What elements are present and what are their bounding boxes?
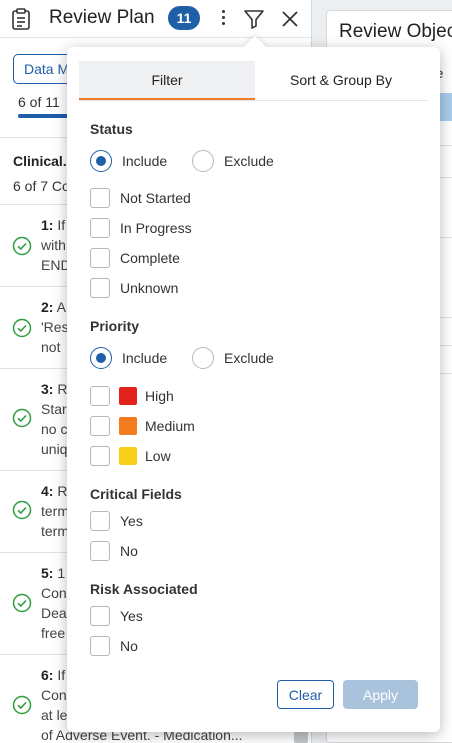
group-title: Clinical... <box>13 153 75 169</box>
item-number: 5: <box>41 565 54 581</box>
item-number: 3: <box>41 381 54 397</box>
check-circle-icon <box>12 593 32 613</box>
clear-button[interactable]: Clear <box>277 680 334 709</box>
review-plan-header: Review Plan 11 <box>0 0 311 38</box>
item-text: at le <box>41 707 68 723</box>
status-option-label: Complete <box>120 250 180 266</box>
status-include-radio[interactable] <box>90 150 112 172</box>
item-text: A <box>56 299 66 315</box>
item-number: 1: <box>41 217 54 233</box>
item-text: term <box>41 503 69 519</box>
status-complete-checkbox[interactable] <box>90 248 110 268</box>
priority-section-title: Priority <box>90 318 140 334</box>
status-include-label: Include <box>122 153 168 169</box>
check-circle-icon <box>12 236 32 256</box>
item-text: Con <box>41 687 67 703</box>
apply-button[interactable]: Apply <box>343 680 418 709</box>
critical-fields-section-title: Critical Fields <box>90 486 182 502</box>
more-vertical-icon[interactable] <box>215 8 231 30</box>
status-unknown-checkbox[interactable] <box>90 278 110 298</box>
clipboard-icon <box>12 8 30 30</box>
priority-high-swatch <box>119 387 137 405</box>
risk-associated-option-label: Yes <box>120 608 143 624</box>
risk-associated-yes-checkbox[interactable] <box>90 606 110 626</box>
item-text: Dea <box>41 605 67 621</box>
status-option-label: Not Started <box>120 190 191 206</box>
check-circle-icon <box>12 500 32 520</box>
review-plan-title: Review Plan <box>49 7 155 28</box>
check-circle-icon <box>12 318 32 338</box>
priority-high-checkbox[interactable] <box>90 386 110 406</box>
tab-filter[interactable]: Filter <box>79 61 255 100</box>
filter-popover: Filter Sort & Group By Status Include Ex… <box>67 35 440 732</box>
check-circle-icon <box>12 695 32 715</box>
item-text: 1 <box>57 565 66 581</box>
item-number: 4: <box>41 483 54 499</box>
tab-sort-group-by[interactable]: Sort & Group By <box>255 61 427 100</box>
status-in-progress-checkbox[interactable] <box>90 218 110 238</box>
item-text: uniq <box>41 441 68 457</box>
item-text: with <box>41 237 66 253</box>
item-text: term <box>41 523 69 539</box>
item-text: Con <box>41 585 67 601</box>
item-text: If <box>57 667 66 683</box>
critical-fields-option-label: Yes <box>120 513 143 529</box>
item-text: not <box>41 339 61 355</box>
priority-medium-checkbox[interactable] <box>90 416 110 436</box>
priority-include-radio[interactable] <box>90 347 112 369</box>
item-text: Star <box>41 401 67 417</box>
item-text: If <box>57 217 66 233</box>
priority-option-label: High <box>145 388 174 404</box>
check-circle-icon <box>12 408 32 428</box>
critical-fields-yes-checkbox[interactable] <box>90 511 110 531</box>
status-option-label: In Progress <box>120 220 192 236</box>
critical-fields-option-label: No <box>120 543 138 559</box>
item-text: R <box>57 381 68 397</box>
status-option-label: Unknown <box>120 280 179 296</box>
item-text: 'Res <box>41 319 69 335</box>
priority-option-label: Low <box>145 448 171 464</box>
item-text: no c <box>41 421 68 437</box>
close-icon[interactable] <box>279 8 301 30</box>
progress-text: 6 of 11 <box>18 94 60 110</box>
risk-associated-section-title: Risk Associated <box>90 581 198 597</box>
risk-associated-no-checkbox[interactable] <box>90 636 110 656</box>
priority-low-swatch <box>119 447 137 465</box>
review-plan-count-badge: 11 <box>168 6 200 30</box>
group-subtitle: 6 of 7 Co <box>13 178 70 194</box>
item-number: 2: <box>41 299 54 315</box>
priority-option-label: Medium <box>145 418 195 434</box>
priority-include-label: Include <box>122 350 168 366</box>
filter-tabs: Filter Sort & Group By <box>79 61 427 101</box>
filter-icon[interactable] <box>242 7 266 31</box>
priority-medium-swatch <box>119 417 137 435</box>
item-text: R <box>57 483 68 499</box>
critical-fields-no-checkbox[interactable] <box>90 541 110 561</box>
item-number: 6: <box>41 667 54 683</box>
review-objects-title: Review Objec <box>339 21 452 42</box>
status-exclude-radio[interactable] <box>192 150 214 172</box>
priority-low-checkbox[interactable] <box>90 446 110 466</box>
status-exclude-label: Exclude <box>224 153 274 169</box>
status-section-title: Status <box>90 121 133 137</box>
risk-associated-option-label: No <box>120 638 138 654</box>
item-text: free <box>41 625 66 641</box>
priority-exclude-label: Exclude <box>224 350 274 366</box>
status-not-started-checkbox[interactable] <box>90 188 110 208</box>
priority-exclude-radio[interactable] <box>192 347 214 369</box>
